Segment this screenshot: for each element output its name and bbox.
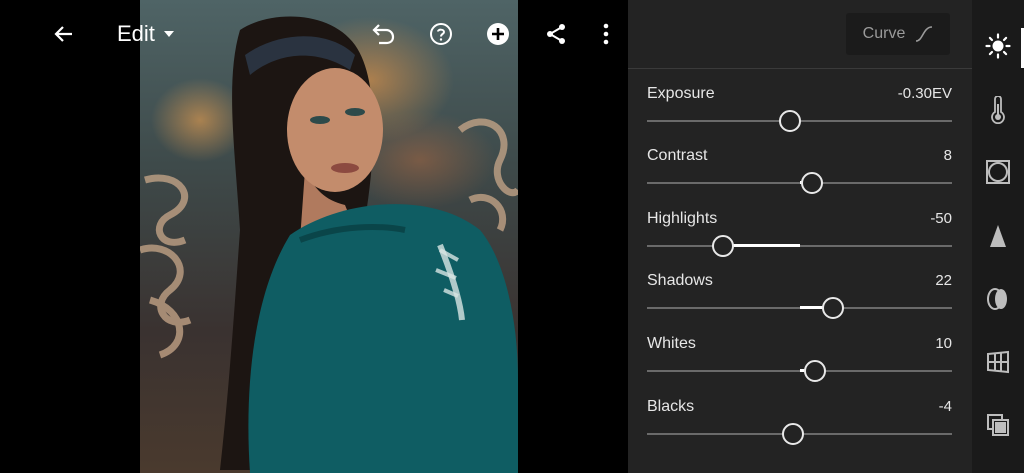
add-icon[interactable] (484, 20, 512, 48)
top-toolbar: Edit (0, 0, 628, 70)
undo-icon[interactable] (369, 20, 397, 48)
slider-thumb[interactable] (822, 297, 845, 319)
slider-track[interactable] (647, 360, 952, 382)
share-icon[interactable] (542, 20, 570, 48)
edit-mode-label: Edit (117, 21, 155, 46)
slider-value: -50 (930, 210, 952, 227)
slider-value: 10 (935, 335, 952, 352)
shadows-slider: Shadows 22 (647, 272, 952, 332)
curve-icon (916, 26, 933, 42)
slider-label: Whites (647, 335, 696, 352)
curve-button[interactable]: Curve (846, 13, 950, 55)
slider-label: Exposure (647, 85, 715, 102)
exposure-slider: Exposure -0.30EV (647, 85, 952, 145)
slider-value: 22 (935, 272, 952, 289)
slider-value: -4 (938, 398, 952, 415)
slider-thumb[interactable] (712, 235, 735, 257)
detail-icon[interactable] (983, 221, 1013, 251)
chevron-down-icon (163, 31, 174, 37)
more-vertical-icon[interactable] (592, 20, 620, 48)
slider-thumb[interactable] (779, 110, 802, 132)
presets-icon[interactable] (983, 410, 1013, 440)
effects-icon[interactable] (983, 157, 1013, 187)
slider-thumb[interactable] (782, 423, 805, 445)
slider-track[interactable] (647, 297, 952, 319)
highlights-slider: Highlights -50 (647, 210, 952, 270)
portrait-image (140, 16, 518, 473)
slider-track[interactable] (647, 423, 952, 445)
help-icon[interactable] (427, 20, 455, 48)
geometry-icon[interactable] (983, 347, 1013, 377)
slider-thumb[interactable] (800, 172, 823, 194)
edit-mode-dropdown[interactable]: Edit (117, 20, 175, 48)
optics-icon[interactable] (983, 284, 1013, 314)
slider-track[interactable] (647, 235, 952, 257)
back-arrow-icon[interactable] (50, 20, 78, 48)
light-adjustments-panel: Curve Exposure -0.30EV Contrast 8 Highli… (628, 0, 972, 473)
slider-label: Contrast (647, 147, 708, 164)
contrast-slider: Contrast 8 (647, 147, 952, 207)
light-icon[interactable] (983, 31, 1013, 61)
whites-slider: Whites 10 (647, 335, 952, 395)
tool-rail (972, 0, 1024, 473)
photo-canvas[interactable] (140, 0, 518, 473)
slider-track[interactable] (647, 110, 952, 132)
color-temperature-icon[interactable] (983, 95, 1013, 125)
slider-value: -0.30EV (897, 85, 952, 102)
slider-label: Highlights (647, 210, 718, 227)
curve-button-label: Curve (862, 25, 906, 42)
slider-label: Shadows (647, 272, 713, 289)
slider-label: Blacks (647, 398, 695, 415)
slider-thumb[interactable] (803, 360, 826, 382)
slider-value: 8 (943, 147, 952, 164)
slider-fill (723, 244, 800, 247)
blacks-slider: Blacks -4 (647, 398, 952, 458)
panel-header: Curve (628, 0, 972, 69)
slider-track[interactable] (647, 172, 952, 194)
